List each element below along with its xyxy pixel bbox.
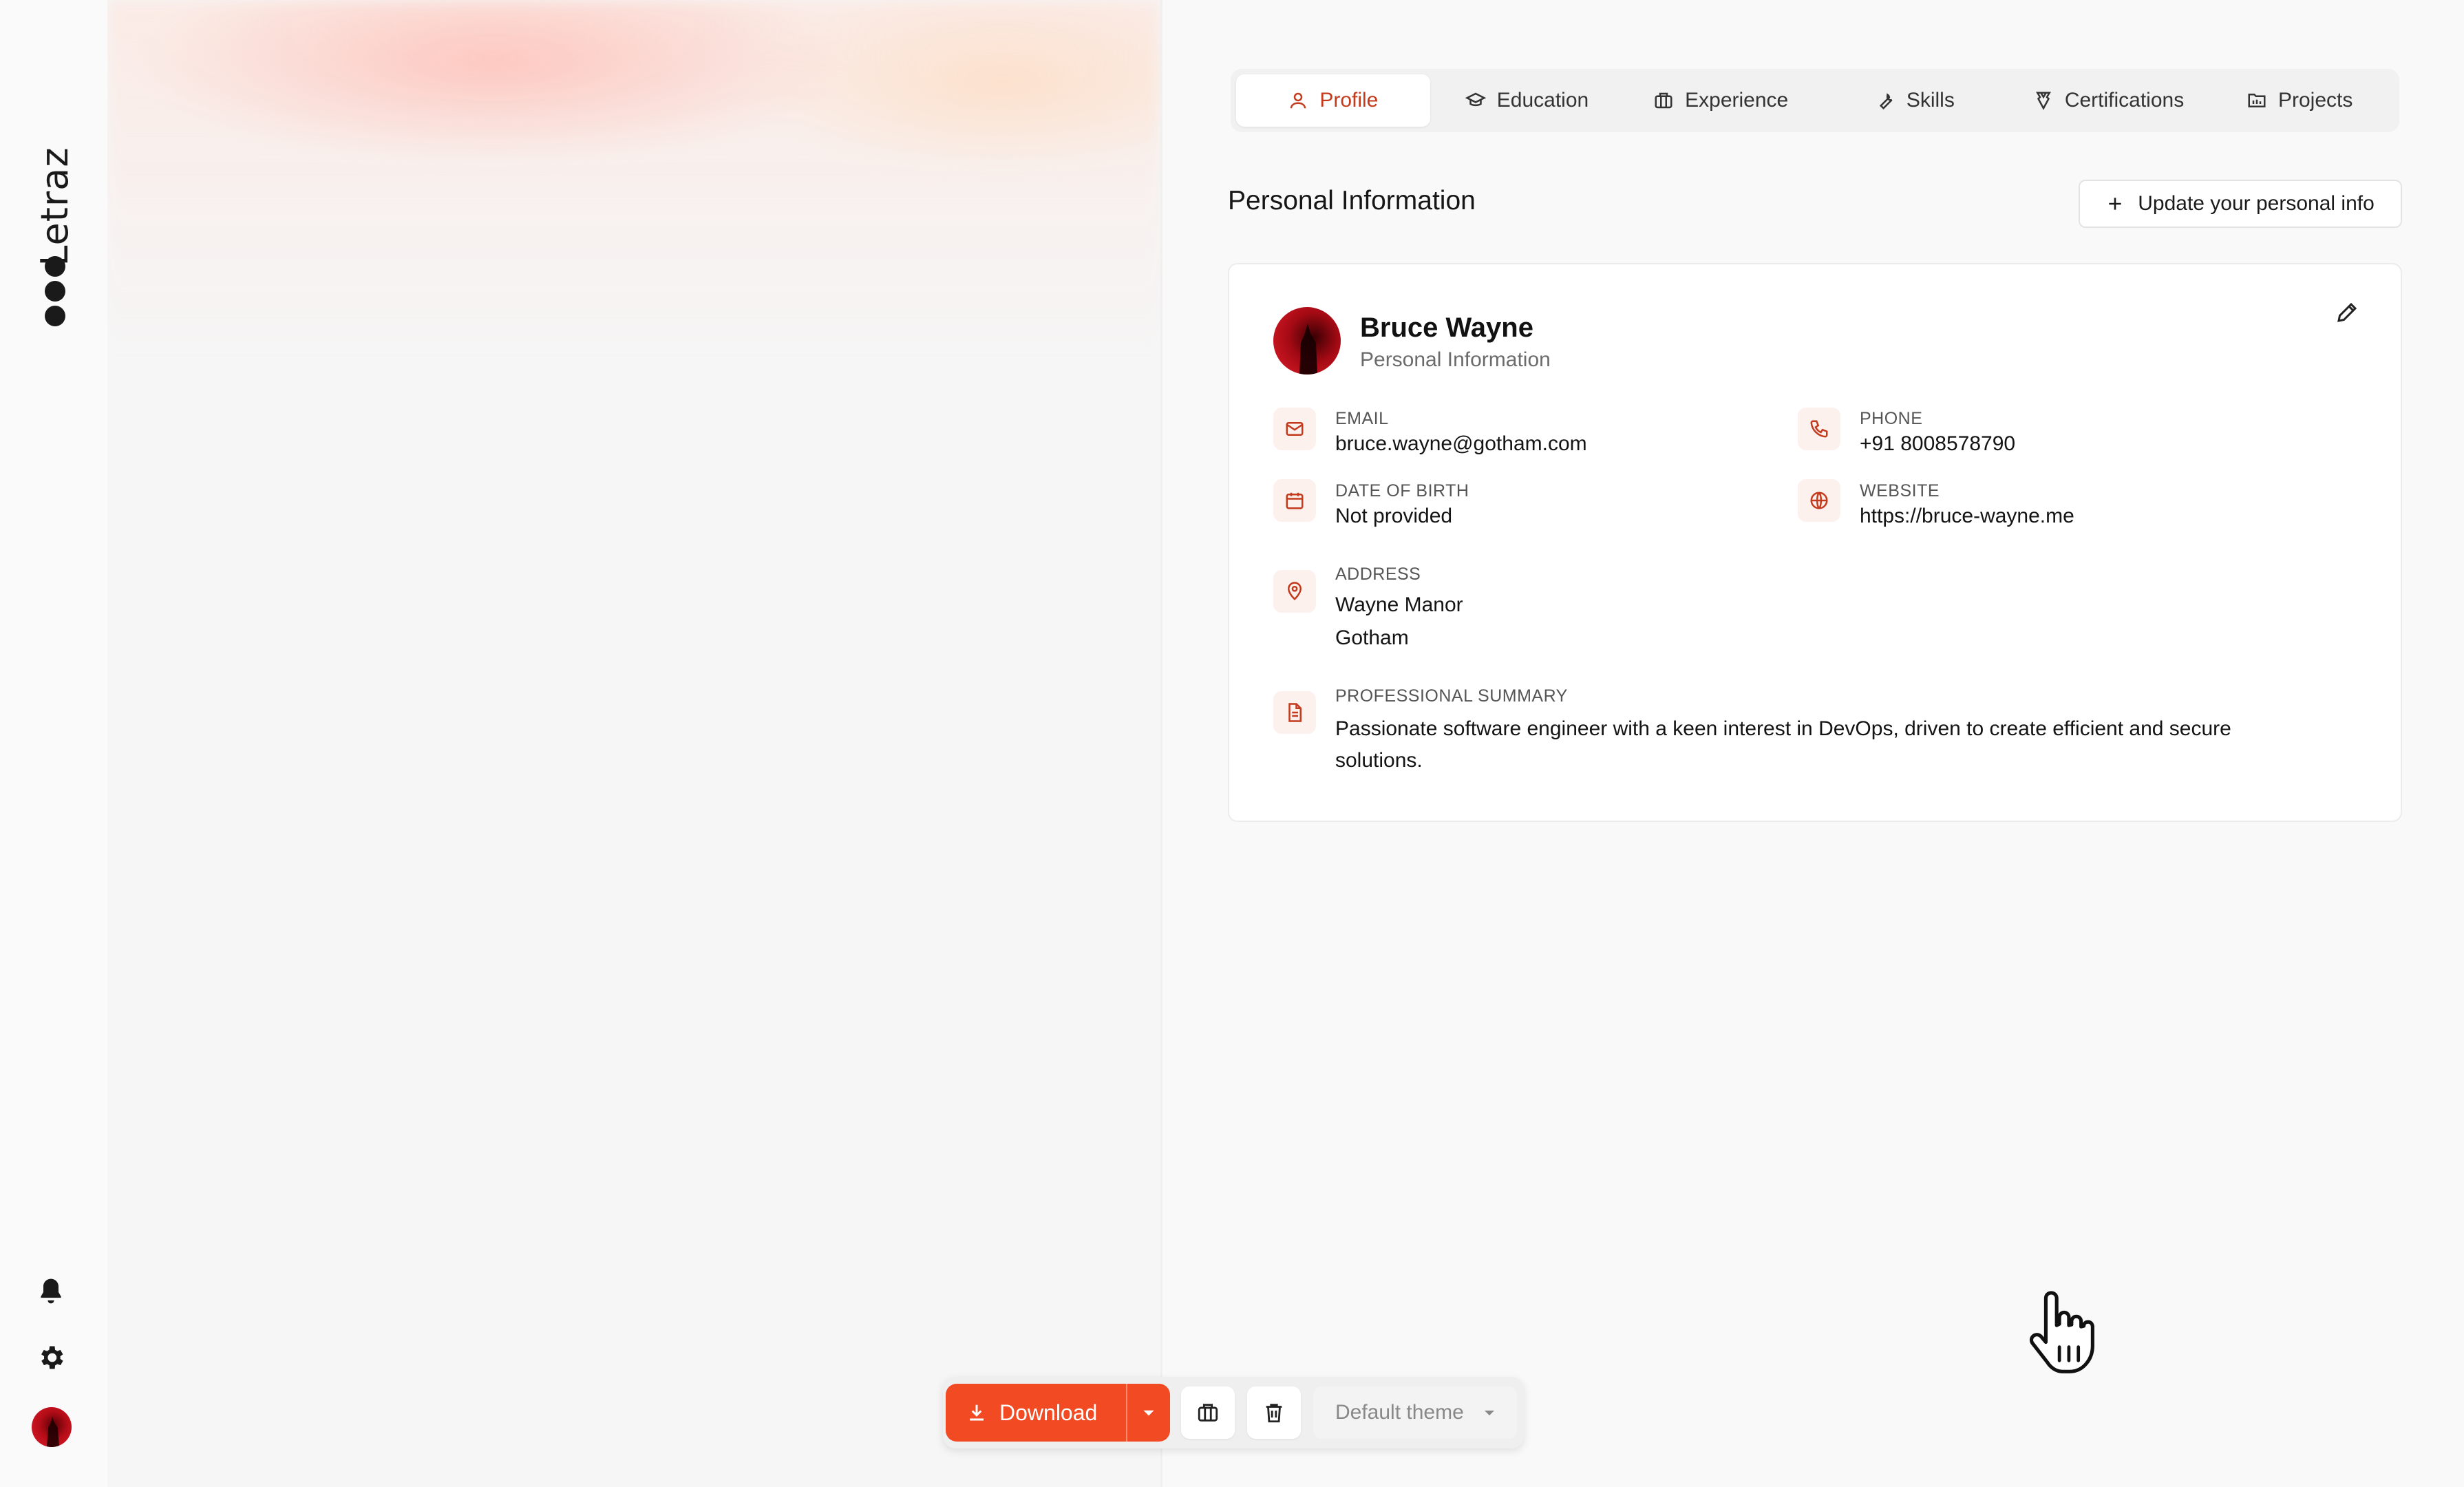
website-value[interactable]: https://bruce-wayne.me: [1860, 500, 2074, 532]
tab-profile[interactable]: Profile: [1236, 74, 1430, 127]
summary-line-2: solutions.: [1335, 749, 1423, 772]
pencil-icon[interactable]: [2335, 300, 2359, 325]
tab-label: Experience: [1685, 89, 1789, 112]
update-button-label: Update your personal info: [2138, 192, 2375, 215]
award-icon: [2035, 92, 2051, 110]
phone-icon: [1798, 408, 1840, 450]
address-line-2: Gotham: [1335, 626, 1409, 649]
phone-value: +91 8008578790: [1860, 432, 2016, 455]
download-button[interactable]: Download: [946, 1384, 1170, 1442]
profile-subtitle: Personal Information: [1360, 348, 1551, 371]
bell-icon[interactable]: [36, 1276, 66, 1307]
download-options-button[interactable]: [1127, 1404, 1170, 1422]
email-value: bruce.wayne@gotham.com: [1335, 432, 1587, 455]
trash-icon: [1266, 1404, 1282, 1423]
tab-label: Skills: [1906, 89, 1955, 112]
user-icon: [1291, 92, 1306, 109]
section-title: Personal Information: [1228, 186, 1476, 215]
globe-icon: [1798, 479, 1840, 522]
profile-avatar: [1273, 307, 1341, 375]
logo-dots: [43, 256, 67, 330]
tab-label: Projects: [2278, 89, 2353, 112]
plus-icon: [2109, 198, 2121, 210]
profile-name: Bruce Wayne: [1360, 313, 1533, 343]
wrench-icon: [1879, 93, 1893, 110]
tab-education[interactable]: Education: [1430, 74, 1624, 127]
briefcase-icon: [1655, 92, 1672, 109]
tab-label: Education: [1496, 89, 1589, 112]
resume-preview-pane: [107, 0, 1160, 1487]
hand-cursor-icon: [2029, 1291, 2094, 1373]
app-logo[interactable]: Letraz: [33, 131, 76, 330]
preview-gradient: [107, 0, 1160, 358]
summary-line-1: Passionate software engineer with a keen…: [1335, 717, 2231, 740]
logo-text: Letraz: [33, 147, 76, 266]
folder-icon: [2248, 94, 2266, 107]
caret-down-icon: [1485, 1411, 1494, 1415]
calendar-icon: [1273, 479, 1316, 522]
user-avatar[interactable]: [32, 1407, 72, 1447]
section-tabs: Profile Education Experience Skills Cert…: [1231, 69, 2399, 132]
dob-value: Not provided: [1335, 505, 1453, 527]
briefcase-icon: [1198, 1404, 1218, 1422]
gear-icon[interactable]: [36, 1342, 66, 1373]
download-label: Download: [999, 1400, 1098, 1425]
briefcase-button[interactable]: [1181, 1386, 1235, 1439]
theme-select[interactable]: Default theme: [1313, 1386, 1517, 1439]
email-label: EMAIL: [1335, 409, 1389, 428]
caret-down-icon: [1143, 1410, 1154, 1416]
delete-button[interactable]: [1247, 1386, 1301, 1439]
personal-info-card: Bruce Wayne Personal Information EMAIL b…: [1228, 263, 2402, 822]
address-line-1: Wayne Manor: [1335, 593, 1463, 616]
tab-label: Profile: [1319, 89, 1379, 112]
theme-value: Default theme: [1335, 1401, 1464, 1424]
sidebar: Letraz: [0, 0, 107, 1487]
summary-label: PROFESSIONAL SUMMARY: [1335, 686, 1568, 706]
tab-certifications[interactable]: Certifications: [2012, 74, 2206, 127]
download-main[interactable]: Download: [946, 1400, 1126, 1426]
download-icon: [970, 1404, 984, 1421]
document-icon: [1273, 691, 1316, 734]
bottom-toolbar: Download Default theme: [943, 1377, 1524, 1448]
tab-label: Certifications: [2064, 89, 2185, 112]
dob-label: DATE OF BIRTH: [1335, 481, 1469, 500]
website-label: WEBSITE: [1860, 481, 1940, 500]
mail-icon: [1273, 408, 1316, 450]
graduation-cap-icon: [1465, 92, 1486, 107]
address-label: ADDRESS: [1335, 565, 1421, 584]
editor-panel: Profile Education Experience Skills Cert…: [1163, 0, 2464, 1487]
map-pin-icon: [1273, 570, 1316, 613]
tab-experience[interactable]: Experience: [1624, 74, 1818, 127]
tab-skills[interactable]: Skills: [1818, 74, 2012, 127]
update-personal-info-button[interactable]: Update your personal info: [2079, 180, 2402, 228]
phone-label: PHONE: [1860, 409, 1923, 428]
tab-projects[interactable]: Projects: [2205, 74, 2394, 127]
